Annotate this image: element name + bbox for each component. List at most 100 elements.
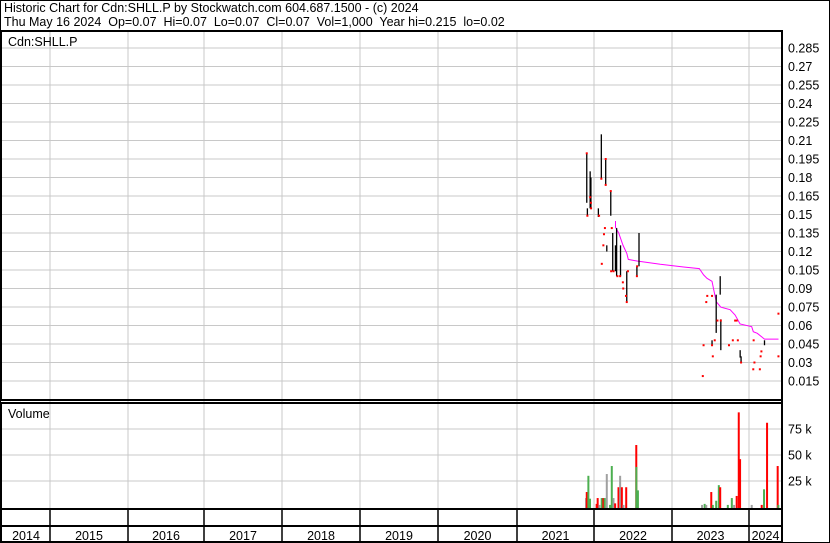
- volume-label: Volume: [8, 407, 50, 421]
- close-point: [619, 275, 622, 278]
- volume-bar: [763, 489, 766, 508]
- close-point: [610, 227, 613, 230]
- close-point: [626, 270, 629, 273]
- volume-bar: [739, 459, 742, 508]
- close-point: [621, 281, 624, 284]
- volume-bar: [620, 487, 623, 508]
- close-point: [702, 344, 705, 347]
- symbol-label: Cdn:SHLL.P: [8, 35, 77, 49]
- price-tick-label: 0.045: [788, 338, 819, 352]
- volume-bar: [596, 498, 599, 508]
- close-point: [609, 190, 612, 193]
- close-point: [602, 244, 605, 247]
- volume-bar: [636, 490, 639, 508]
- price-tick-label: 0.15: [788, 208, 812, 222]
- close-point: [622, 287, 625, 290]
- year-label: 2020: [464, 529, 492, 543]
- close-point: [600, 262, 603, 265]
- volume-bar: [610, 466, 613, 508]
- price-tick-label: 0.285: [788, 42, 819, 56]
- price-tick-label: 0.03: [788, 356, 812, 370]
- close-point: [752, 368, 755, 371]
- price-tick-label: 0.225: [788, 116, 819, 130]
- year-label: 2017: [229, 529, 257, 543]
- close-point: [612, 270, 615, 273]
- year-label: 2024: [752, 529, 780, 543]
- close-point: [589, 196, 592, 199]
- volume-bar: [726, 504, 729, 508]
- close-point: [604, 158, 607, 160]
- close-point: [740, 361, 743, 364]
- volume-bar: [605, 474, 608, 508]
- price-tick-label: 0.195: [788, 153, 819, 167]
- close-point: [753, 361, 756, 364]
- close-point: [760, 350, 763, 353]
- moving-average-line: [615, 221, 779, 340]
- volume-bar: [622, 504, 625, 508]
- price-tick-label: 0.015: [788, 375, 819, 389]
- volume-bar: [750, 504, 753, 508]
- price-tick-label: 0.24: [788, 97, 812, 111]
- outer-border: [0, 0, 830, 543]
- year-label: 2014: [12, 529, 40, 543]
- price-tick-label: 0.21: [788, 134, 812, 148]
- close-point: [701, 375, 704, 378]
- year-label: 2023: [697, 529, 725, 543]
- volume-bar: [776, 466, 779, 508]
- price-tick-label: 0.06: [788, 319, 812, 333]
- volume-tick-label: 75 k: [788, 423, 812, 437]
- price-tick-label: 0.165: [788, 190, 819, 204]
- volume-tick-label: 25 k: [788, 475, 812, 489]
- close-point: [758, 368, 761, 371]
- close-point: [713, 339, 716, 342]
- year-label: 2018: [307, 529, 335, 543]
- close-point: [624, 294, 627, 297]
- close-point: [711, 355, 714, 358]
- year-label: 2016: [152, 529, 180, 543]
- volume-bar: [614, 503, 617, 508]
- close-point: [777, 355, 780, 358]
- volume-bar: [705, 504, 708, 508]
- close-point: [586, 214, 589, 217]
- volume-bar: [719, 487, 722, 508]
- volume-bar: [766, 422, 769, 508]
- price-tick-label: 0.075: [788, 301, 819, 315]
- close-point: [731, 339, 734, 342]
- volume-bar: [733, 504, 736, 508]
- close-point: [590, 207, 593, 210]
- close-point: [603, 227, 606, 230]
- close-point: [706, 294, 709, 297]
- price-tick-label: 0.27: [788, 60, 812, 74]
- volume-bar: [625, 487, 628, 508]
- close-point: [711, 344, 714, 347]
- close-point: [604, 183, 607, 186]
- close-point: [716, 319, 719, 322]
- volume-bar: [588, 498, 591, 508]
- close-point: [736, 339, 739, 342]
- price-tick-label: 0.09: [788, 282, 812, 296]
- close-point: [711, 294, 714, 297]
- close-point: [616, 275, 619, 278]
- year-label: 2022: [619, 529, 647, 543]
- volume-panel-frame: [0, 402, 783, 510]
- close-point: [598, 214, 601, 217]
- close-point: [589, 201, 592, 204]
- volume-bar: [701, 504, 704, 508]
- close-point: [727, 344, 730, 347]
- volume-bar: [735, 495, 738, 508]
- volume-bar: [777, 504, 780, 508]
- close-point: [636, 265, 639, 268]
- volume-bar: [760, 504, 763, 508]
- close-point: [610, 270, 613, 273]
- close-point: [719, 319, 722, 322]
- close-point: [752, 339, 755, 342]
- price-tick-label: 0.12: [788, 245, 812, 259]
- price-tick-label: 0.135: [788, 227, 819, 241]
- close-point: [625, 301, 628, 304]
- volume-bar: [619, 475, 622, 508]
- year-label: 2015: [75, 529, 103, 543]
- volume-bar: [609, 504, 612, 508]
- close-point: [600, 177, 603, 180]
- volume-tick-label: 50 k: [788, 449, 812, 463]
- volume-bar: [598, 504, 601, 508]
